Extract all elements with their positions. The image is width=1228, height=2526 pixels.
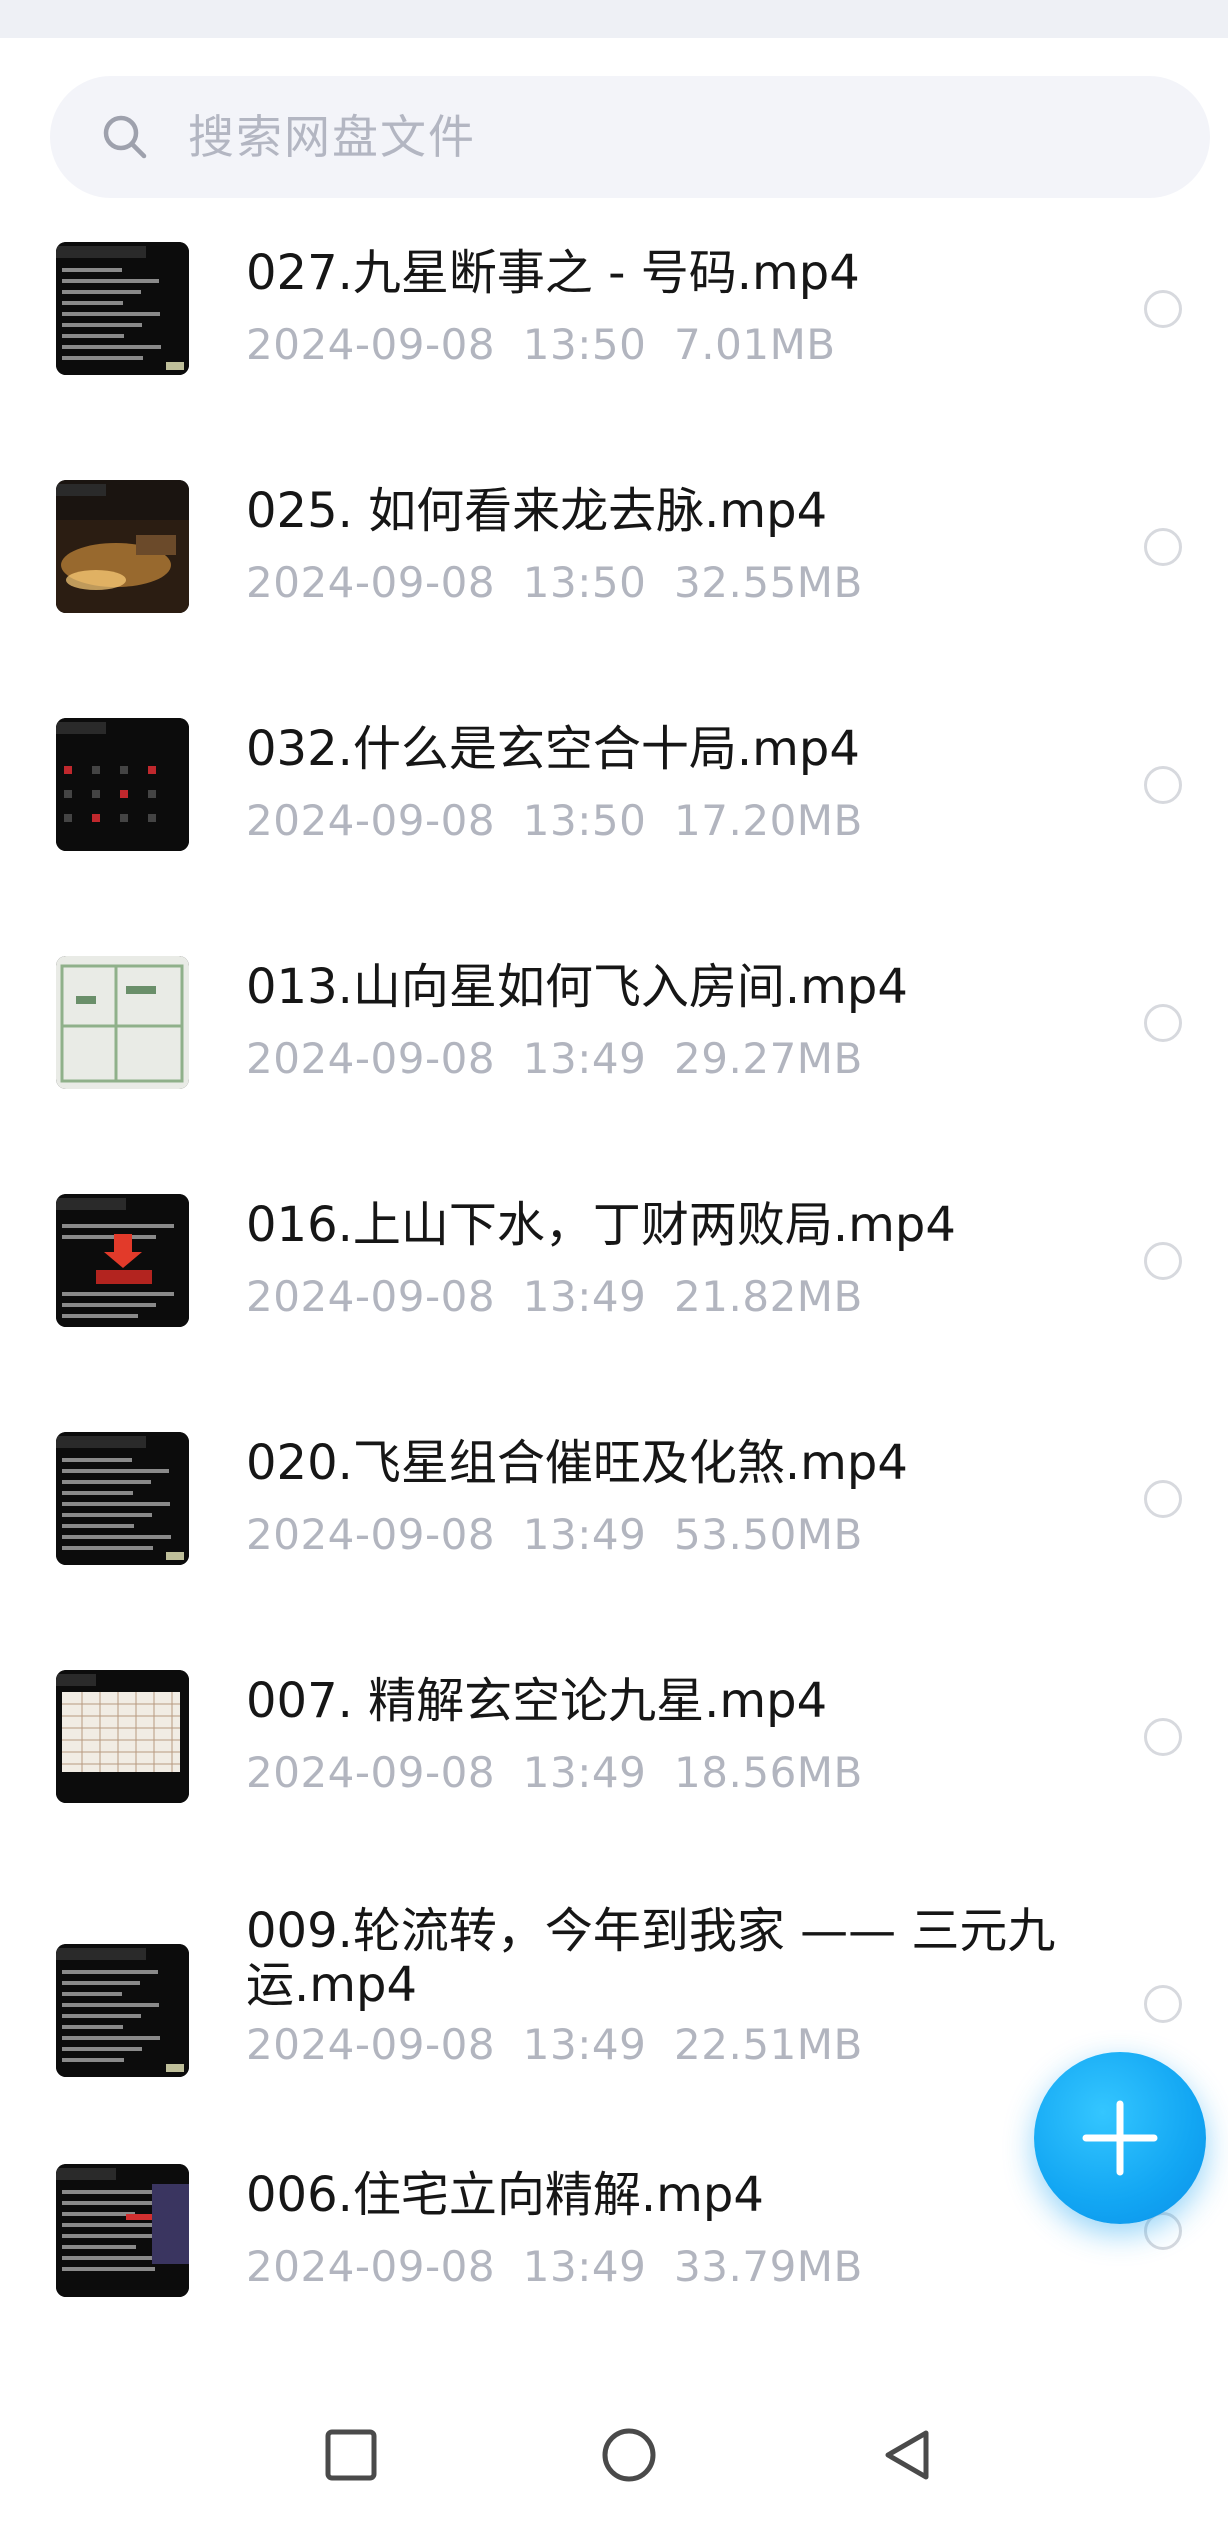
select-radio[interactable] (1144, 290, 1182, 328)
select-radio[interactable] (1144, 1480, 1182, 1518)
file-row[interactable]: 025. 如何看来龙去脉.mp4 2024-09-08 13:50 32.55M… (0, 476, 1228, 676)
select-radio[interactable] (1144, 1718, 1182, 1756)
video-thumbnail (56, 956, 189, 1089)
file-size: 21.82MB (674, 1272, 863, 1321)
video-thumbnail (56, 2164, 189, 2297)
file-row[interactable]: 027.九星断事之 - 号码.mp4 2024-09-08 13:50 7.01… (0, 238, 1228, 438)
video-thumbnail (56, 1194, 189, 1327)
search-bar[interactable]: 搜索网盘文件 (50, 76, 1210, 198)
video-thumbnail (56, 1432, 189, 1565)
file-meta: 2024-09-08 13:49 21.82MB (246, 1272, 863, 1322)
file-name: 016.上山下水，丁财两败局.mp4 (246, 1197, 956, 1253)
video-thumbnail (56, 242, 189, 375)
file-row[interactable]: 009.轮流转，今年到我家 —— 三元九运.mp4 2024-09-08 13:… (0, 1904, 1228, 2104)
select-radio[interactable] (1144, 528, 1182, 566)
file-row[interactable]: 032.什么是玄空合十局.mp4 2024-09-08 13:50 17.20M… (0, 714, 1228, 914)
file-time: 13:49 (522, 1034, 647, 1083)
back-button[interactable] (872, 2420, 942, 2490)
video-thumbnail (56, 1944, 189, 2077)
select-radio[interactable] (1144, 1242, 1182, 1280)
file-name: 027.九星断事之 - 号码.mp4 (246, 245, 860, 301)
video-thumbnail (56, 718, 189, 851)
file-size: 7.01MB (674, 320, 836, 369)
file-meta: 2024-09-08 13:50 7.01MB (246, 320, 836, 370)
file-meta: 2024-09-08 13:49 29.27MB (246, 1034, 863, 1084)
add-button[interactable] (1034, 2052, 1206, 2224)
file-size: 17.20MB (674, 796, 863, 845)
file-time: 13:50 (522, 320, 647, 369)
search-placeholder[interactable]: 搜索网盘文件 (188, 76, 476, 198)
file-name: 009.轮流转，今年到我家 —— 三元九运.mp4 (246, 1903, 1056, 2013)
file-name: 007. 精解玄空论九星.mp4 (246, 1673, 828, 1729)
select-radio[interactable] (1144, 1985, 1182, 2023)
file-meta: 2024-09-08 13:50 17.20MB (246, 796, 863, 846)
file-name: 020.飞星组合催旺及化煞.mp4 (246, 1435, 908, 1491)
circle-icon (602, 2428, 656, 2482)
file-time: 13:49 (522, 1272, 647, 1321)
file-date: 2024-09-08 (246, 2020, 496, 2069)
file-size: 18.56MB (674, 1748, 863, 1797)
select-radio[interactable] (1144, 766, 1182, 804)
file-name: 032.什么是玄空合十局.mp4 (246, 721, 860, 777)
file-time: 13:49 (522, 2020, 647, 2069)
file-size: 32.55MB (674, 558, 863, 607)
file-row[interactable]: 006.住宅立向精解.mp4 2024-09-08 13:49 33.79MB (0, 2160, 1228, 2360)
file-time: 13:49 (522, 1748, 647, 1797)
file-row[interactable]: 016.上山下水，丁财两败局.mp4 2024-09-08 13:49 21.8… (0, 1190, 1228, 1390)
file-date: 2024-09-08 (246, 1510, 496, 1559)
file-row[interactable]: 020.飞星组合催旺及化煞.mp4 2024-09-08 13:49 53.50… (0, 1428, 1228, 1628)
file-size: 53.50MB (674, 1510, 863, 1559)
file-name: 013.山向星如何飞入房间.mp4 (246, 959, 908, 1015)
file-time: 13:49 (522, 1510, 647, 1559)
status-bar (0, 0, 1228, 38)
file-size: 33.79MB (674, 2242, 863, 2291)
plus-icon (1082, 2100, 1158, 2176)
file-name: 025. 如何看来龙去脉.mp4 (246, 483, 828, 539)
file-meta: 2024-09-08 13:49 18.56MB (246, 1748, 863, 1798)
file-date: 2024-09-08 (246, 796, 496, 845)
system-nav-bar (0, 2380, 1228, 2526)
file-size: 29.27MB (674, 1034, 863, 1083)
file-row[interactable]: 013.山向星如何飞入房间.mp4 2024-09-08 13:49 29.27… (0, 952, 1228, 1152)
recents-button[interactable] (316, 2420, 386, 2490)
file-date: 2024-09-08 (246, 320, 496, 369)
file-meta: 2024-09-08 13:49 22.51MB (246, 2020, 863, 2070)
file-size: 22.51MB (674, 2020, 863, 2069)
file-time: 13:49 (522, 2242, 647, 2291)
file-row[interactable]: 007. 精解玄空论九星.mp4 2024-09-08 13:49 18.56M… (0, 1666, 1228, 1866)
triangle-back-icon (885, 2430, 929, 2480)
file-meta: 2024-09-08 13:50 32.55MB (246, 558, 863, 608)
search-icon (103, 115, 147, 159)
square-icon (325, 2429, 377, 2481)
file-time: 13:50 (522, 558, 647, 607)
home-button[interactable] (594, 2420, 664, 2490)
video-thumbnail (56, 1670, 189, 1803)
file-date: 2024-09-08 (246, 1748, 496, 1797)
select-radio[interactable] (1144, 1004, 1182, 1042)
file-date: 2024-09-08 (246, 2242, 496, 2291)
file-meta: 2024-09-08 13:49 53.50MB (246, 1510, 863, 1560)
video-thumbnail (56, 480, 189, 613)
file-name: 006.住宅立向精解.mp4 (246, 2167, 764, 2223)
file-date: 2024-09-08 (246, 558, 496, 607)
file-date: 2024-09-08 (246, 1272, 496, 1321)
file-time: 13:50 (522, 796, 647, 845)
file-date: 2024-09-08 (246, 1034, 496, 1083)
file-meta: 2024-09-08 13:49 33.79MB (246, 2242, 863, 2292)
